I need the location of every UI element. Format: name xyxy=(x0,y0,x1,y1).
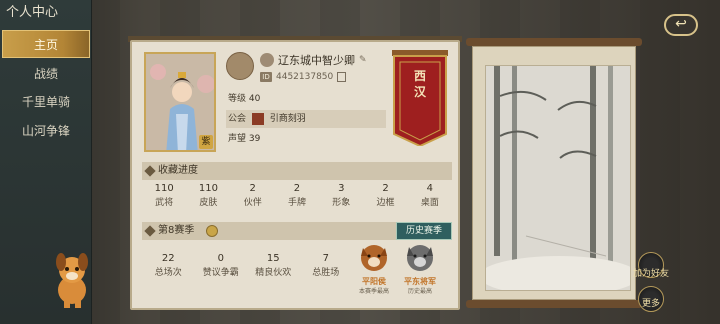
player-name-line: 辽东城中智少卿 ✎ xyxy=(260,52,367,68)
season-rank-history[interactable]: 平东将军 历史最高 xyxy=(400,242,440,295)
guild-name[interactable]: 引商刻羽 xyxy=(270,114,306,124)
fox-rank-icon xyxy=(361,245,387,271)
collection-label: 武将 xyxy=(155,198,174,208)
rank-title: 平东将军 xyxy=(404,277,436,286)
collection-value: 110 xyxy=(154,183,174,194)
wolf-rank-icon xyxy=(407,245,433,271)
rank-title: 平阳侯 xyxy=(362,277,386,286)
collection-item[interactable]: 4 桌面 xyxy=(408,182,452,212)
player-small-avatar[interactable] xyxy=(226,52,254,80)
rank-subtitle: 本赛季最高 xyxy=(358,288,389,295)
nav-title: 个人中心 xyxy=(6,5,59,20)
collection-label: 手牌 xyxy=(287,198,306,208)
add-friend-label: 加为好友 xyxy=(632,269,669,279)
season-title: 第8赛季 xyxy=(158,225,195,236)
season-stat: 7 总胜场 xyxy=(300,252,353,282)
faction-char-2: 汉 xyxy=(413,85,426,99)
collection-value: 2 xyxy=(249,183,256,194)
season-stat-label: 总胜场 xyxy=(312,268,340,278)
player-name: 辽东城中智少卿 xyxy=(278,54,355,67)
season-stat-value: 15 xyxy=(266,253,280,264)
collection-item[interactable]: 3 形象 xyxy=(319,182,363,212)
nav-item-solo-ride[interactable]: 千里单骑 xyxy=(2,88,90,116)
season-info-icon[interactable] xyxy=(206,225,218,237)
bamboo-scroll-painting xyxy=(466,38,642,308)
back-button[interactable]: ↩ xyxy=(664,14,698,36)
guild-icon xyxy=(251,112,264,125)
nav-item-home[interactable]: 主页 xyxy=(2,30,90,58)
collection-item[interactable]: 110 武将 xyxy=(142,182,186,212)
id-tag: ID xyxy=(260,72,272,82)
collection-label: 形象 xyxy=(332,198,351,208)
character-avatar[interactable]: 紫 xyxy=(144,52,216,152)
collection-value: 2 xyxy=(293,183,301,194)
bamboo-illustration-icon xyxy=(486,66,630,290)
scroll-rod-top xyxy=(466,38,642,46)
player-id-line: ID 4452137850 xyxy=(260,70,347,84)
season-stat: 22 总场次 xyxy=(142,252,195,282)
mascot-dog-icon[interactable] xyxy=(48,250,96,308)
level-row: 等级 40 xyxy=(226,90,386,108)
edit-icon[interactable]: ✎ xyxy=(359,55,367,65)
collection-label: 皮肤 xyxy=(199,198,218,208)
collection-title: 收藏进度 xyxy=(158,165,198,176)
season-stat-value: 0 xyxy=(217,253,224,264)
season-stat-label: 赞议争霸 xyxy=(202,268,239,278)
nav-item-record[interactable]: 战绩 xyxy=(2,60,90,88)
season-stat-label: 精良伙欢 xyxy=(255,268,292,278)
faction-name: 西 汉 xyxy=(390,68,450,100)
profile-info: 辽东城中智少卿 ✎ ID 4452137850 等级 40 公会 引商刻羽 声望… xyxy=(226,50,386,150)
player-id: 4452137850 xyxy=(276,72,334,82)
prestige-row: 声望 39 xyxy=(226,130,386,148)
collection-value: 2 xyxy=(382,183,389,194)
prestige-value: 39 xyxy=(248,134,261,144)
season-stat-label: 总场次 xyxy=(154,268,182,278)
scroll-paper xyxy=(472,46,636,300)
prestige-label: 声望 xyxy=(228,134,247,144)
collection-value: 110 xyxy=(198,183,218,194)
level-value: 40 xyxy=(248,94,261,104)
nav-item-mountain-river[interactable]: 山河争锋 xyxy=(2,117,90,145)
collection-item[interactable]: 2 伙伴 xyxy=(231,182,275,212)
section-diamond-icon xyxy=(144,225,156,237)
level-label: 等级 xyxy=(228,94,247,104)
collection-label: 伙伴 xyxy=(243,198,262,208)
guild-label: 公会 xyxy=(228,114,247,124)
season-stat: 0 赞议争霸 xyxy=(195,252,248,282)
more-label: 更多 xyxy=(641,299,660,309)
faction-banner: 西 汉 xyxy=(390,50,450,148)
season-rank-current[interactable]: 平阳侯 本赛季最高 xyxy=(354,242,394,295)
season-stats: 22 总场次 0 赞议争霸 15 精良伙欢 7 总胜场 xyxy=(142,252,352,282)
collection-value: 4 xyxy=(426,183,434,194)
collection-label: 桌面 xyxy=(420,198,439,208)
history-season-button[interactable]: 历史赛季 xyxy=(396,222,452,240)
scroll-rod-bottom xyxy=(466,300,642,308)
collection-header: 收藏进度 xyxy=(142,162,452,180)
collection-item[interactable]: 110 皮肤 xyxy=(186,182,230,212)
season-stat-value: 22 xyxy=(161,253,175,264)
season-stat-value: 7 xyxy=(322,253,329,264)
season-stat: 15 精良伙欢 xyxy=(247,252,300,282)
collection-value: 3 xyxy=(338,183,345,194)
section-diamond-icon xyxy=(144,165,156,177)
collection-label: 边框 xyxy=(376,198,395,208)
avatar-grade-badge: 紫 xyxy=(199,135,213,149)
collection-item[interactable]: 2 手牌 xyxy=(275,182,319,212)
copy-icon[interactable] xyxy=(337,72,347,82)
collection-grid: 110 武将 110 皮肤 2 伙伴 2 手牌 3 形象 2 边框 4 桌面 xyxy=(142,182,452,212)
collection-item[interactable]: 2 边框 xyxy=(363,182,407,212)
gender-icon xyxy=(260,53,274,67)
faction-char-1: 西 xyxy=(413,69,426,83)
rank-subtitle: 历史最高 xyxy=(407,288,432,295)
guild-row: 公会 引商刻羽 xyxy=(226,110,386,128)
scroll-artwork xyxy=(485,65,631,291)
